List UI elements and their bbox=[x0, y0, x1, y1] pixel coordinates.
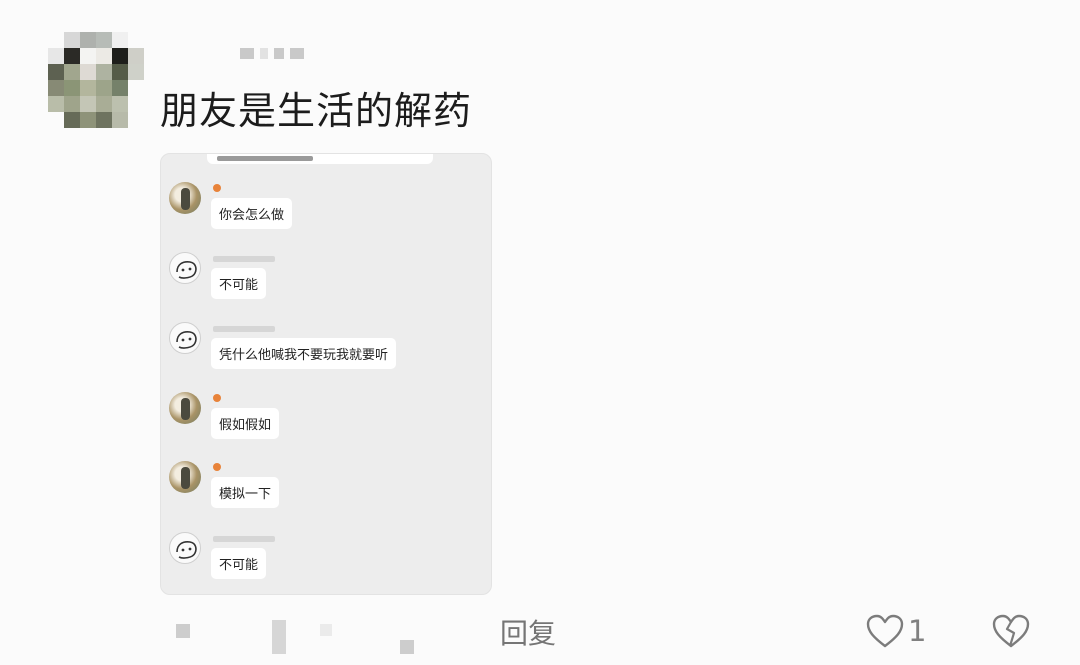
message-bubble: 不可能 bbox=[211, 268, 267, 299]
emoji-icon bbox=[213, 184, 221, 192]
heart-outline-icon[interactable] bbox=[865, 613, 905, 649]
photo-avatar bbox=[169, 182, 201, 214]
message-bubble: 假如假如 bbox=[211, 408, 280, 439]
chat-message: 不可能 bbox=[169, 532, 469, 594]
like-count: 1 bbox=[908, 614, 927, 648]
blurred-name bbox=[213, 256, 275, 262]
username-blurred[interactable] bbox=[240, 48, 304, 59]
message-bubble: 凭什么他喊我不要玩我就要听 bbox=[211, 338, 397, 369]
blurred-meta bbox=[400, 640, 414, 654]
reply-button[interactable]: 回复 bbox=[500, 612, 556, 652]
blurred-meta bbox=[272, 620, 286, 654]
comment-card: 朋友是生活的解药 你会怎么做 不可能 凭什么他喊我不要玩我就要听 假如假如 模拟… bbox=[0, 0, 1080, 665]
emoji-icon bbox=[213, 463, 221, 471]
photo-avatar bbox=[169, 461, 201, 493]
broken-heart-icon[interactable] bbox=[990, 613, 1032, 649]
comment-text: 朋友是生活的解药 bbox=[160, 89, 473, 133]
face-avatar-icon bbox=[169, 322, 201, 354]
emoji-icon bbox=[213, 394, 221, 402]
blurred-meta bbox=[320, 624, 332, 636]
cropped-message-bubble bbox=[207, 154, 433, 164]
chat-message: 不可能 bbox=[169, 252, 469, 314]
blurred-name bbox=[213, 536, 275, 542]
message-bubble: 不可能 bbox=[211, 548, 267, 579]
attached-image[interactable]: 你会怎么做 不可能 凭什么他喊我不要玩我就要听 假如假如 模拟一下 不可能 bbox=[160, 153, 492, 595]
chat-message: 模拟一下 bbox=[169, 461, 469, 523]
message-bubble: 你会怎么做 bbox=[211, 198, 293, 229]
face-avatar-icon bbox=[169, 252, 201, 284]
blurred-meta bbox=[176, 624, 190, 638]
chat-message: 凭什么他喊我不要玩我就要听 bbox=[169, 322, 469, 384]
chat-message: 你会怎么做 bbox=[169, 182, 469, 244]
commenter-avatar[interactable] bbox=[48, 32, 144, 128]
blurred-name bbox=[213, 326, 275, 332]
face-avatar-icon bbox=[169, 532, 201, 564]
message-bubble: 模拟一下 bbox=[211, 477, 280, 508]
photo-avatar bbox=[169, 392, 201, 424]
chat-message: 假如假如 bbox=[169, 392, 469, 454]
